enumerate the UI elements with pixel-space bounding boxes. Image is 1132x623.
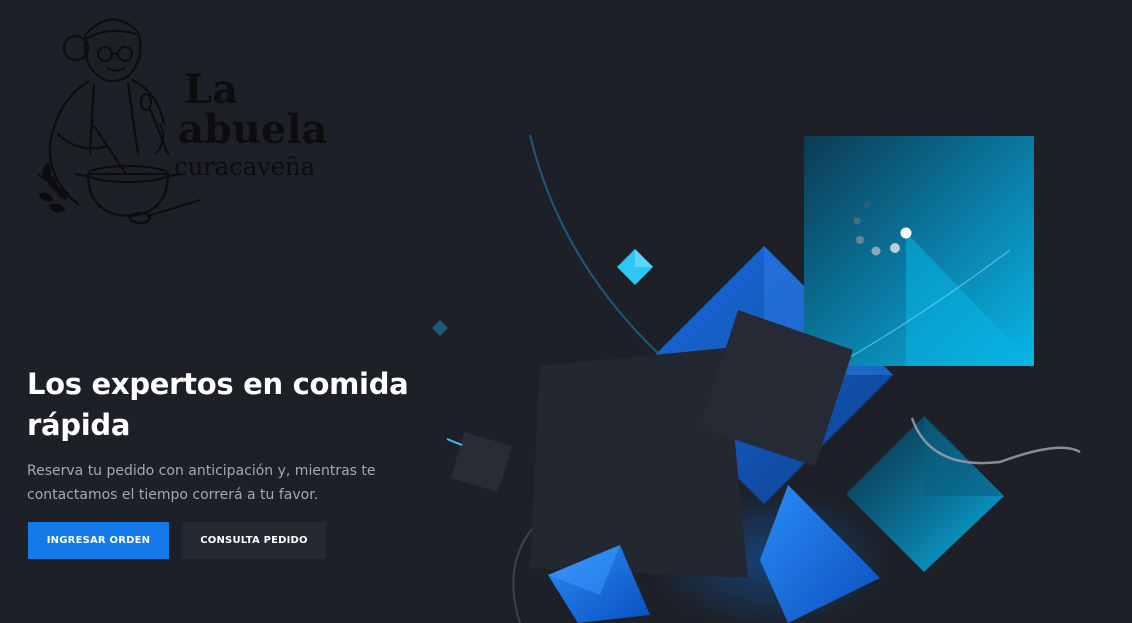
logo-text-curacavena: curacaveña	[174, 152, 315, 181]
consulta-pedido-button[interactable]: CONSULTA PEDIDO	[182, 522, 326, 559]
hero-subtitle: Reserva tu pedido con anticipación y, mi…	[27, 463, 376, 503]
logo-text-la: La	[184, 66, 239, 113]
landing-page: La abuela curacaveña Los expertos en com…	[0, 0, 1132, 623]
ingresar-orden-button[interactable]: INGRESAR ORDEN	[28, 522, 169, 559]
hero-title: Los expertos en comida rápida	[27, 367, 409, 442]
brand-logo[interactable]: La abuela curacaveña	[28, 4, 338, 232]
logo-text-abuela: abuela	[178, 106, 328, 153]
